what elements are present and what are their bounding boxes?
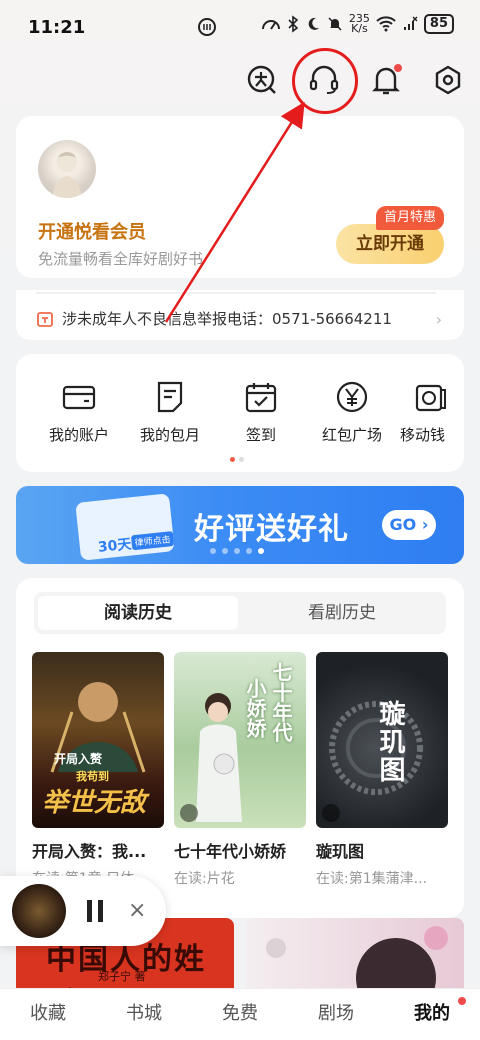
annotation-arrow bbox=[164, 101, 305, 323]
profile-page: 11:21 235 K/s 85 开通悦看会员 免流量畅看全库好剧好书 立即开通 … bbox=[0, 0, 480, 1040]
